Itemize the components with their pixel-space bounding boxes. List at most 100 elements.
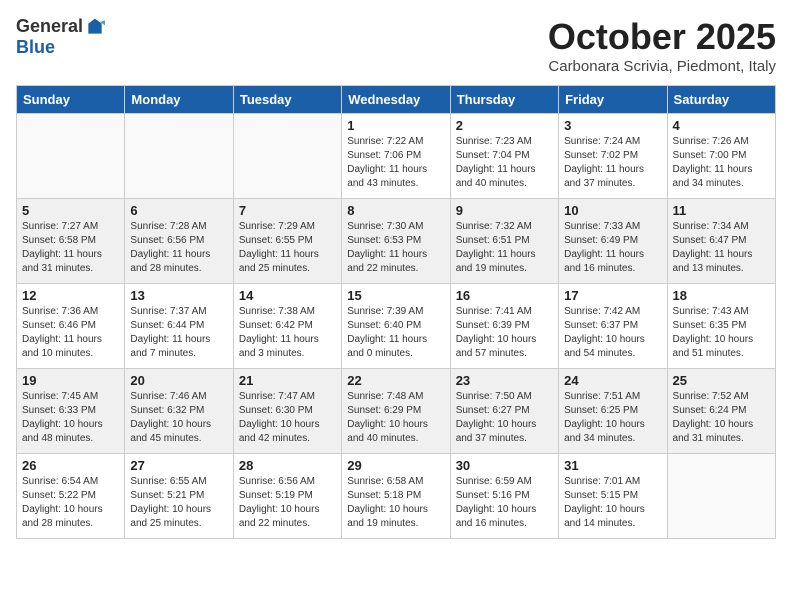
day-info: Sunrise: 7:37 AM Sunset: 6:44 PM Dayligh…	[130, 305, 227, 361]
day-number: 18	[673, 288, 770, 303]
calendar-header-friday: Friday	[559, 86, 667, 114]
logo-icon	[85, 17, 105, 37]
calendar-day-cell: 8 Sunrise: 7:30 AM Sunset: 6:53 PM Daylig…	[342, 199, 450, 284]
calendar-week-row: 12Sunrise: 7:36 AM Sunset: 6:46 PM Dayli…	[17, 284, 776, 369]
day-info: Sunrise: 7:24 AM Sunset: 7:02 PM Dayligh…	[564, 135, 661, 191]
calendar-header-thursday: Thursday	[450, 86, 558, 114]
calendar-day-cell: 29 Sunrise: 6:58 AM Sunset: 5:18 PM Dayli…	[342, 454, 450, 539]
day-info: Sunrise: 7:52 AM Sunset: 6:24 PM Dayligh…	[673, 390, 770, 446]
calendar-header-saturday: Saturday	[667, 86, 775, 114]
day-info: Sunrise: 7:26 AM Sunset: 7:00 PM Dayligh…	[673, 135, 770, 191]
title-section: October 2025 Carbonara Scrivia, Piedmont…	[548, 16, 776, 75]
calendar-header-monday: Monday	[125, 86, 233, 114]
day-info: Sunrise: 7:29 AM Sunset: 6:55 PM Dayligh…	[239, 220, 336, 276]
day-info: Sunrise: 7:43 AM Sunset: 6:35 PM Dayligh…	[673, 305, 770, 361]
calendar-day-cell: 19 Sunrise: 7:45 AM Sunset: 6:33 PM Dayli…	[17, 369, 125, 454]
day-info: Sunrise: 7:45 AM Sunset: 6:33 PM Dayligh…	[22, 390, 119, 446]
day-info: Sunrise: 7:01 AM Sunset: 5:15 PM Dayligh…	[564, 475, 661, 531]
day-number: 29	[347, 458, 444, 473]
day-number: 24	[564, 373, 661, 388]
calendar-day-cell: 20Sunrise: 7:46 AM Sunset: 6:32 PM Dayli…	[125, 369, 233, 454]
day-number: 31	[564, 458, 661, 473]
calendar-day-cell: 6 Sunrise: 7:28 AM Sunset: 6:56 PM Daylig…	[125, 199, 233, 284]
calendar-day-cell: 4Sunrise: 7:26 AM Sunset: 7:00 PM Daylig…	[667, 114, 775, 199]
calendar-table: SundayMondayTuesdayWednesdayThursdayFrid…	[16, 85, 776, 539]
calendar-day-cell: 16 Sunrise: 7:41 AM Sunset: 6:39 PM Dayli…	[450, 284, 558, 369]
calendar-day-cell	[667, 454, 775, 539]
calendar-day-cell: 26 Sunrise: 6:54 AM Sunset: 5:22 PM Dayli…	[17, 454, 125, 539]
calendar-header-tuesday: Tuesday	[233, 86, 341, 114]
calendar-header-sunday: Sunday	[17, 86, 125, 114]
calendar-week-row: 26 Sunrise: 6:54 AM Sunset: 5:22 PM Dayli…	[17, 454, 776, 539]
day-number: 19	[22, 373, 119, 388]
day-info: Sunrise: 7:30 AM Sunset: 6:53 PM Dayligh…	[347, 220, 444, 276]
day-info: Sunrise: 7:34 AM Sunset: 6:47 PM Dayligh…	[673, 220, 770, 276]
day-number: 7	[239, 203, 336, 218]
day-info: Sunrise: 6:55 AM Sunset: 5:21 PM Dayligh…	[130, 475, 227, 531]
calendar-day-cell: 21 Sunrise: 7:47 AM Sunset: 6:30 PM Dayli…	[233, 369, 341, 454]
calendar-day-cell: 12Sunrise: 7:36 AM Sunset: 6:46 PM Dayli…	[17, 284, 125, 369]
logo-general-text: General	[16, 16, 83, 37]
day-info: Sunrise: 7:38 AM Sunset: 6:42 PM Dayligh…	[239, 305, 336, 361]
logo: General Blue	[16, 16, 105, 58]
day-info: Sunrise: 7:41 AM Sunset: 6:39 PM Dayligh…	[456, 305, 553, 361]
day-number: 8	[347, 203, 444, 218]
day-info: Sunrise: 6:58 AM Sunset: 5:18 PM Dayligh…	[347, 475, 444, 531]
day-info: Sunrise: 7:23 AM Sunset: 7:04 PM Dayligh…	[456, 135, 553, 191]
day-number: 23	[456, 373, 553, 388]
day-number: 22	[347, 373, 444, 388]
day-info: Sunrise: 7:28 AM Sunset: 6:56 PM Dayligh…	[130, 220, 227, 276]
calendar-week-row: 19 Sunrise: 7:45 AM Sunset: 6:33 PM Dayli…	[17, 369, 776, 454]
calendar-day-cell: 25 Sunrise: 7:52 AM Sunset: 6:24 PM Dayli…	[667, 369, 775, 454]
calendar-day-cell: 23 Sunrise: 7:50 AM Sunset: 6:27 PM Dayli…	[450, 369, 558, 454]
month-title: October 2025	[548, 16, 776, 58]
day-number: 14	[239, 288, 336, 303]
day-info: Sunrise: 7:47 AM Sunset: 6:30 PM Dayligh…	[239, 390, 336, 446]
day-number: 6	[130, 203, 227, 218]
calendar-day-cell: 14 Sunrise: 7:38 AM Sunset: 6:42 PM Dayli…	[233, 284, 341, 369]
day-info: Sunrise: 7:39 AM Sunset: 6:40 PM Dayligh…	[347, 305, 444, 361]
calendar-day-cell: 2Sunrise: 7:23 AM Sunset: 7:04 PM Daylig…	[450, 114, 558, 199]
day-number: 30	[456, 458, 553, 473]
day-info: Sunrise: 7:48 AM Sunset: 6:29 PM Dayligh…	[347, 390, 444, 446]
calendar-day-cell: 27Sunrise: 6:55 AM Sunset: 5:21 PM Dayli…	[125, 454, 233, 539]
day-number: 13	[130, 288, 227, 303]
calendar-day-cell: 22 Sunrise: 7:48 AM Sunset: 6:29 PM Dayli…	[342, 369, 450, 454]
calendar-day-cell: 15Sunrise: 7:39 AM Sunset: 6:40 PM Dayli…	[342, 284, 450, 369]
calendar-day-cell: 17Sunrise: 7:42 AM Sunset: 6:37 PM Dayli…	[559, 284, 667, 369]
calendar-day-cell: 28Sunrise: 6:56 AM Sunset: 5:19 PM Dayli…	[233, 454, 341, 539]
calendar-header-wednesday: Wednesday	[342, 86, 450, 114]
calendar-day-cell: 1 Sunrise: 7:22 AM Sunset: 7:06 PM Daylig…	[342, 114, 450, 199]
calendar-day-cell: 3Sunrise: 7:24 AM Sunset: 7:02 PM Daylig…	[559, 114, 667, 199]
day-number: 26	[22, 458, 119, 473]
day-number: 25	[673, 373, 770, 388]
day-number: 5	[22, 203, 119, 218]
calendar-day-cell	[233, 114, 341, 199]
logo-blue-text: Blue	[16, 37, 55, 58]
calendar-day-cell: 18 Sunrise: 7:43 AM Sunset: 6:35 PM Dayli…	[667, 284, 775, 369]
calendar-day-cell: 30 Sunrise: 6:59 AM Sunset: 5:16 PM Dayli…	[450, 454, 558, 539]
day-number: 1	[347, 118, 444, 133]
day-number: 21	[239, 373, 336, 388]
day-number: 16	[456, 288, 553, 303]
calendar-day-cell: 5Sunrise: 7:27 AM Sunset: 6:58 PM Daylig…	[17, 199, 125, 284]
day-number: 10	[564, 203, 661, 218]
day-info: Sunrise: 6:56 AM Sunset: 5:19 PM Dayligh…	[239, 475, 336, 531]
day-info: Sunrise: 7:36 AM Sunset: 6:46 PM Dayligh…	[22, 305, 119, 361]
location-subtitle: Carbonara Scrivia, Piedmont, Italy	[548, 58, 776, 75]
calendar-header-row: SundayMondayTuesdayWednesdayThursdayFrid…	[17, 86, 776, 114]
calendar-day-cell	[125, 114, 233, 199]
day-info: Sunrise: 7:50 AM Sunset: 6:27 PM Dayligh…	[456, 390, 553, 446]
calendar-day-cell: 10Sunrise: 7:33 AM Sunset: 6:49 PM Dayli…	[559, 199, 667, 284]
day-info: Sunrise: 7:42 AM Sunset: 6:37 PM Dayligh…	[564, 305, 661, 361]
calendar-day-cell: 24Sunrise: 7:51 AM Sunset: 6:25 PM Dayli…	[559, 369, 667, 454]
day-number: 9	[456, 203, 553, 218]
calendar-day-cell: 13 Sunrise: 7:37 AM Sunset: 6:44 PM Dayli…	[125, 284, 233, 369]
calendar-day-cell: 7 Sunrise: 7:29 AM Sunset: 6:55 PM Daylig…	[233, 199, 341, 284]
calendar-week-row: 5Sunrise: 7:27 AM Sunset: 6:58 PM Daylig…	[17, 199, 776, 284]
calendar-day-cell: 11Sunrise: 7:34 AM Sunset: 6:47 PM Dayli…	[667, 199, 775, 284]
day-info: Sunrise: 6:54 AM Sunset: 5:22 PM Dayligh…	[22, 475, 119, 531]
day-info: Sunrise: 7:46 AM Sunset: 6:32 PM Dayligh…	[130, 390, 227, 446]
day-info: Sunrise: 7:22 AM Sunset: 7:06 PM Dayligh…	[347, 135, 444, 191]
day-info: Sunrise: 6:59 AM Sunset: 5:16 PM Dayligh…	[456, 475, 553, 531]
